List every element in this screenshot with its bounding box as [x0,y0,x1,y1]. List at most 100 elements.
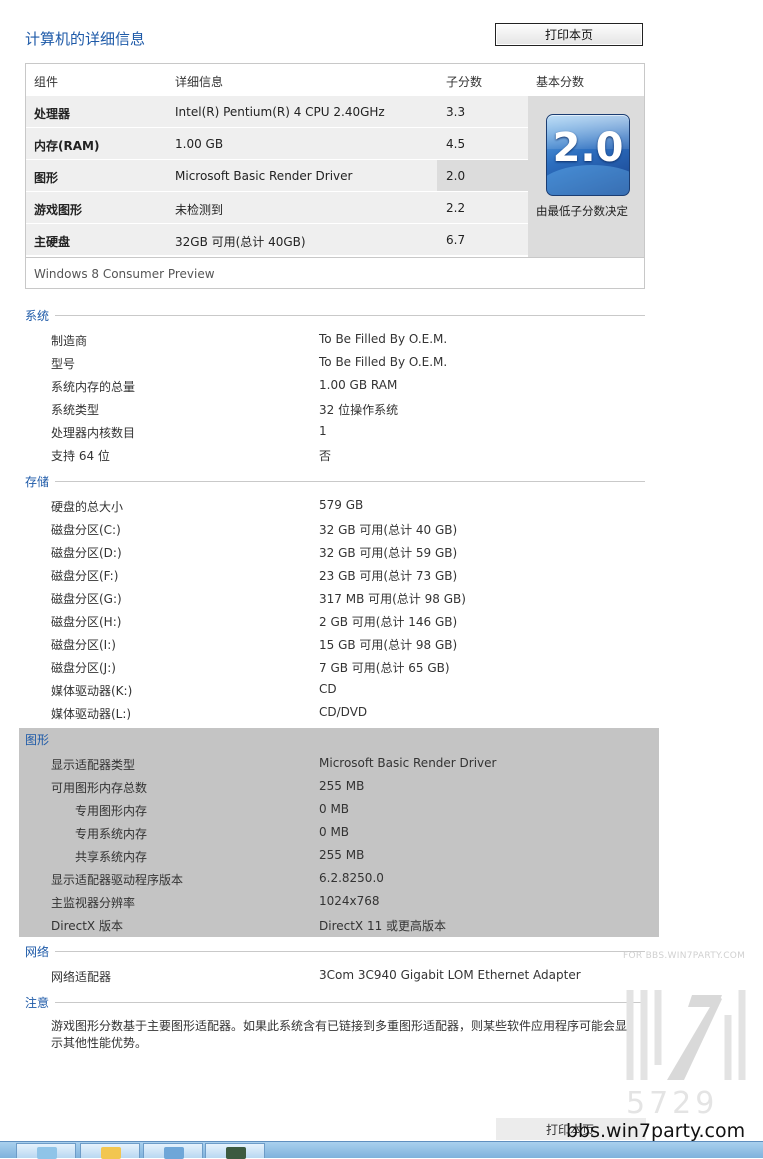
os-name: Windows 8 Consumer Preview [34,267,215,281]
item-label: 硬盘的总大小 [51,500,124,514]
list-item: 磁盘分区(F:) 23 GB 可用(总计 73 GB) [0,567,700,587]
base-score-caption: 由最低子分数决定 [536,204,628,218]
table-row-graphics: 图形 Microsoft Basic Render Driver 2.0 [26,160,528,191]
item-value: DirectX 11 或更高版本 [319,919,447,933]
watermark-small-text: FOR BBS.WIN7PARTY.COM [623,951,746,961]
item-value: 1024x768 [319,894,380,908]
list-item: 系统内存的总量 1.00 GB RAM [0,378,700,398]
row-name: 主硬盘 [34,235,71,249]
item-value: 否 [319,449,332,463]
item-label: 媒体驱动器(L:) [51,707,132,721]
section-header-system: 系统 [25,307,645,323]
watermark-digits: 5729 [626,1086,718,1115]
item-label: 磁盘分区(H:) [51,615,122,629]
app-icon [226,1147,246,1159]
item-value: 15 GB 可用(总计 98 GB) [319,638,458,652]
section-header-graphics: 图形 [25,731,645,747]
row-detail: 未检测到 [175,203,224,217]
table-row-primary-disk: 主硬盘 32GB 可用(总计 40GB) 6.7 [26,224,528,255]
row-name: 处理器 [34,107,71,121]
item-label: 磁盘分区(G:) [51,592,122,606]
item-label: 主监视器分辨率 [51,896,136,910]
item-value: 255 MB [319,779,365,793]
app-icon [164,1147,184,1159]
item-label: 显示适配器驱动程序版本 [51,873,184,887]
notes-text: 游戏图形分数基于主要图形适配器。如果此系统含有已链接到多重图形适配器，则某些软件… [51,1019,628,1050]
item-value: To Be Filled By O.E.M. [319,355,448,369]
list-item: 显示适配器类型 Microsoft Basic Render Driver [0,756,700,776]
item-label: 共享系统内存 [75,850,148,864]
list-item: 媒体驱动器(L:) CD/DVD [0,705,700,725]
os-name-row: Windows 8 Consumer Preview [26,257,644,289]
table-row-gaming-graphics: 游戏图形 未检测到 2.2 [26,192,528,223]
watermark-logo-icon: 5729 [626,990,746,1115]
row-subscore: 2.0 [446,169,466,183]
list-item: 专用系统内存 0 MB [0,825,700,845]
item-value: 6.2.8250.0 [319,871,384,885]
score-badge-icon: 2.0 [546,114,630,196]
item-value: CD [319,682,337,696]
item-label: 磁盘分区(J:) [51,661,116,675]
row-detail: Intel(R) Pentium(R) 4 CPU 2.40GHz [175,105,385,119]
list-item: 磁盘分区(I:) 15 GB 可用(总计 98 GB) [0,636,700,656]
list-item: DirectX 版本 DirectX 11 或更高版本 [0,917,700,937]
item-value: CD/DVD [319,705,368,719]
item-label: 磁盘分区(I:) [51,638,116,652]
row-subscore: 6.7 [446,233,466,247]
taskbar-button-2[interactable] [80,1143,140,1159]
row-subscore: 3.3 [446,105,466,119]
section-title: 存储 [25,475,50,489]
print-page-button[interactable]: 打印本页 [495,23,643,46]
section-title: 图形 [25,733,50,747]
item-label: 系统内存的总量 [51,380,136,394]
list-item: 网络适配器 3Com 3C940 Gigabit LOM Ethernet Ada… [0,968,700,988]
header-base-score: 基本分数 [536,75,585,89]
section-title: 系统 [25,309,50,323]
list-item: 处理器内核数目 1 [0,424,700,444]
item-value: To Be Filled By O.E.M. [319,332,448,346]
item-value: 7 GB 可用(总计 65 GB) [319,661,450,675]
list-item: 主监视器分辨率 1024x768 [0,894,700,914]
item-value: 255 MB [319,848,365,862]
item-label: 专用图形内存 [75,804,148,818]
list-item: 磁盘分区(D:) 32 GB 可用(总计 59 GB) [0,544,700,564]
list-item: 共享系统内存 255 MB [0,848,700,868]
list-item: 制造商 To Be Filled By O.E.M. [0,332,700,352]
score-table-header: 组件 详细信息 子分数 基本分数 [26,64,644,96]
list-item: 磁盘分区(J:) 7 GB 可用(总计 65 GB) [0,659,700,679]
item-value: 1 [319,424,327,438]
header-component: 组件 [34,75,59,89]
row-subscore: 2.2 [446,201,466,215]
row-detail: 32GB 可用(总计 40GB) [175,235,306,249]
taskbar-button-1[interactable] [16,1143,76,1159]
list-item: 支持 64 位 否 [0,447,700,467]
item-value: 317 MB 可用(总计 98 GB) [319,592,466,606]
row-detail: Microsoft Basic Render Driver [175,169,353,183]
page-title: 计算机的详细信息 [25,30,146,48]
table-row-memory: 内存(RAM) 1.00 GB 4.5 [26,128,528,159]
taskbar-button-3[interactable] [143,1143,203,1159]
item-label: 网络适配器 [51,970,112,984]
item-value: 1.00 GB RAM [319,378,398,392]
item-value: 579 GB [319,498,364,512]
list-item: 型号 To Be Filled By O.E.M. [0,355,700,375]
section-title: 注意 [25,996,50,1010]
section-header-notes: 注意 [25,994,645,1010]
section-header-network: 网络 [25,943,645,959]
list-item: 可用图形内存总数 255 MB [0,779,700,799]
item-label: 媒体驱动器(K:) [51,684,133,698]
item-value: 0 MB [319,825,350,839]
list-item: 媒体驱动器(K:) CD [0,682,700,702]
base-score-panel: 2.0 由最低子分数决定 [528,96,644,257]
row-detail: 1.00 GB [175,137,224,151]
item-value: 3Com 3C940 Gigabit LOM Ethernet Adapter [319,968,581,982]
item-label: 专用系统内存 [75,827,148,841]
header-subscore: 子分数 [446,75,483,89]
header-details: 详细信息 [175,75,224,89]
taskbar-button-4[interactable] [205,1143,265,1159]
item-value: 32 位操作系统 [319,403,399,417]
row-name: 图形 [34,171,59,185]
score-table: 组件 详细信息 子分数 基本分数 处理器 Intel(R) Pentium(R)… [25,63,645,289]
item-value: 32 GB 可用(总计 40 GB) [319,523,458,537]
item-value: 32 GB 可用(总计 59 GB) [319,546,458,560]
